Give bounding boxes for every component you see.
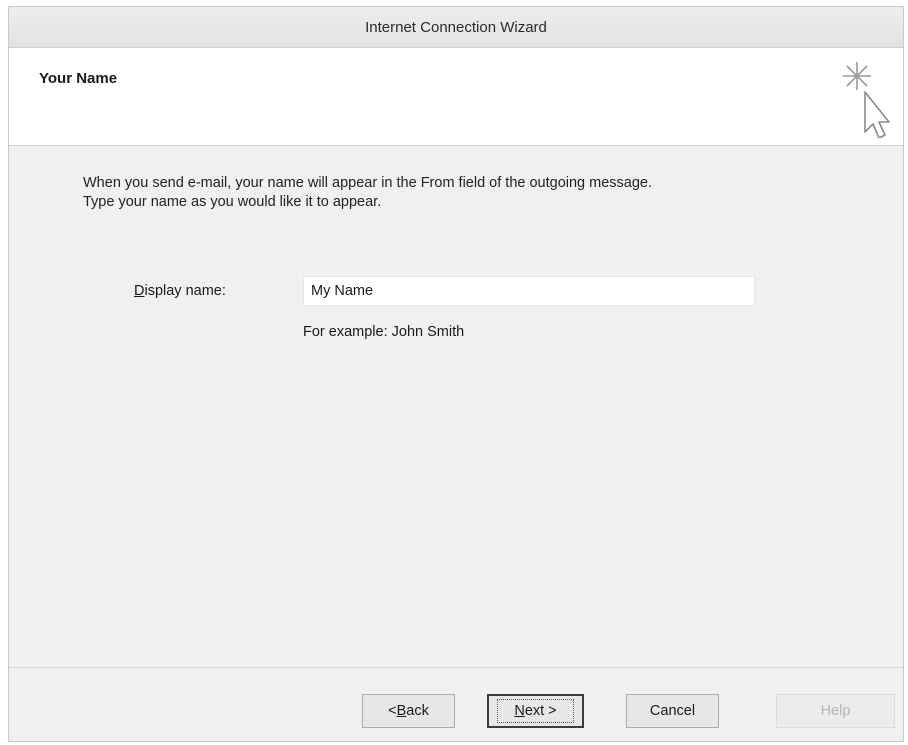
instructions-line-2: Type your name as you would like it to a…: [83, 194, 382, 210]
back-button-accel: B: [396, 703, 407, 719]
display-name-label-text: isplay name:: [144, 283, 226, 299]
page-title: Your Name: [39, 70, 118, 87]
help-button-label: Help: [820, 703, 851, 719]
instructions-text: When you send e-mail, your name will app…: [83, 174, 652, 212]
next-button-label: ext >: [524, 703, 557, 719]
wizard-footer: < Back Next > Cancel Help: [9, 667, 903, 742]
example-text: For example: John Smith: [303, 324, 465, 340]
help-button[interactable]: Help: [776, 694, 895, 728]
wizard-window: Internet Connection Wizard Your Name Whe…: [8, 6, 904, 742]
next-button-accel: N: [514, 703, 525, 719]
display-name-accel-key: D: [134, 283, 145, 299]
back-button-prefix: <: [388, 703, 397, 719]
wizard-header: Your Name: [9, 48, 903, 146]
next-button[interactable]: Next >: [487, 694, 584, 728]
next-button-focus-ring: Next >: [497, 699, 574, 723]
wizard-cursor-sparkle-icon: [843, 62, 890, 138]
instructions-line-1: When you send e-mail, your name will app…: [83, 175, 653, 191]
cancel-button-label: Cancel: [649, 703, 696, 719]
title-bar[interactable]: Internet Connection Wizard: [9, 7, 903, 48]
window-title: Internet Connection Wizard: [365, 18, 547, 36]
wizard-content: When you send e-mail, your name will app…: [9, 146, 903, 671]
display-name-input[interactable]: [303, 276, 755, 306]
cancel-button[interactable]: Cancel: [626, 694, 719, 728]
display-name-label: Display name:: [134, 283, 226, 299]
back-button[interactable]: < Back: [362, 694, 455, 728]
back-button-label: ack: [406, 703, 429, 719]
